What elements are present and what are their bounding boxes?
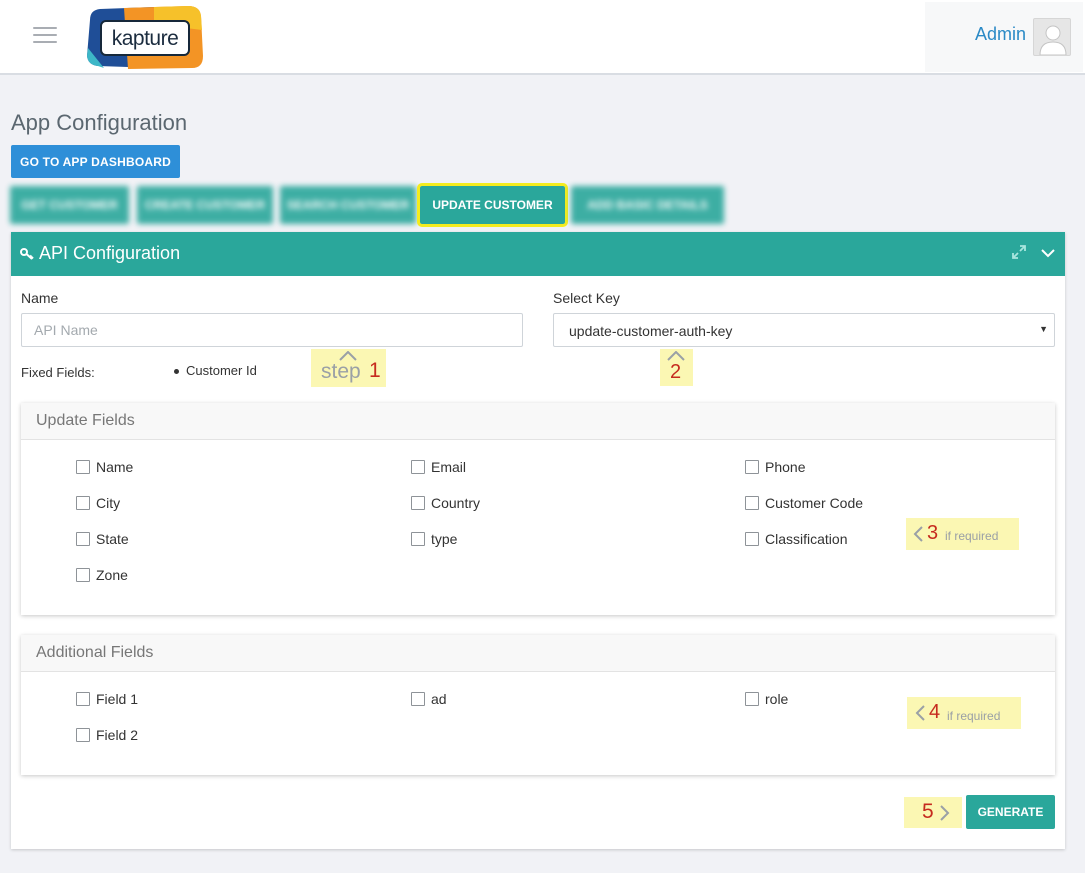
step-4-annotation: 4 if required: [907, 697, 1021, 729]
top-bar: kapture Admin: [0, 0, 1085, 75]
tab-get-customer[interactable]: GET CUSTOMER: [10, 186, 129, 224]
expand-icon[interactable]: [1012, 245, 1026, 259]
key-icon: [20, 248, 34, 260]
step-word: step: [321, 360, 361, 383]
step-1-annotation: step 1: [311, 349, 386, 387]
step-4-note: if required: [947, 709, 1001, 723]
name-label: Name: [21, 290, 59, 306]
additional-fields-section: Additional Fields Field 1 ad role Field …: [21, 635, 1055, 775]
generate-button[interactable]: GENERATE: [966, 795, 1055, 829]
panel-title: API Configuration: [39, 243, 181, 263]
chevron-down-icon[interactable]: [1040, 246, 1056, 260]
step-5-number: 5: [922, 800, 934, 823]
step-3-note: if required: [945, 529, 999, 543]
update-fields-header: Update Fields: [21, 403, 1055, 440]
avatar-icon[interactable]: [1033, 18, 1071, 56]
api-name-input[interactable]: [21, 313, 523, 347]
user-name[interactable]: Admin: [975, 24, 1026, 45]
logo-text: kapture: [111, 27, 179, 50]
step-5-annotation: 5: [904, 797, 962, 828]
additional-fields-header: Additional Fields: [21, 635, 1055, 672]
api-configuration-panel: API Configuration Name Select Key update…: [11, 232, 1065, 849]
caret-up-icon: [667, 351, 685, 361]
update-fields-title: Update Fields: [36, 412, 135, 429]
page-title: App Configuration: [11, 110, 188, 135]
select-key-label: Select Key: [553, 290, 620, 306]
step-3-number: 3: [927, 522, 939, 544]
tab-add-basic-details[interactable]: ADD BASIC DETAILS: [571, 186, 724, 224]
step-2-annotation: 2: [660, 349, 693, 386]
tab-update-customer[interactable]: UPDATE CUSTOMER: [417, 183, 568, 227]
fixed-field-customer-id: Customer Id: [174, 363, 257, 378]
panel-header: API Configuration: [11, 232, 1065, 276]
tab-search-customer[interactable]: SEARCH CUSTOMER: [280, 186, 416, 224]
step-3-annotation: 3 if required: [906, 518, 1019, 550]
select-key-dropdown[interactable]: update-customer-auth-key ▼: [553, 313, 1055, 347]
caret-down-icon: ▼: [1039, 324, 1048, 334]
fixed-fields-label: Fixed Fields:: [21, 365, 95, 380]
caret-left-icon: [915, 705, 925, 721]
step-4-number: 4: [929, 701, 941, 723]
step-1-number: 1: [369, 359, 381, 382]
select-key-value: update-customer-auth-key: [569, 323, 733, 339]
step-2-number: 2: [670, 361, 682, 383]
additional-fields-title: Additional Fields: [36, 644, 154, 661]
user-menu[interactable]: Admin: [925, 2, 1083, 72]
tab-create-customer[interactable]: CREATE CUSTOMER: [137, 186, 273, 224]
go-to-app-dashboard-button[interactable]: GO TO APP DASHBOARD: [11, 145, 180, 178]
update-fields-section: Update Fields Name Email Phone City Coun…: [21, 403, 1055, 615]
caret-right-icon: [940, 805, 950, 821]
hamburger-menu-icon[interactable]: [33, 27, 57, 45]
caret-left-icon: [913, 526, 923, 542]
